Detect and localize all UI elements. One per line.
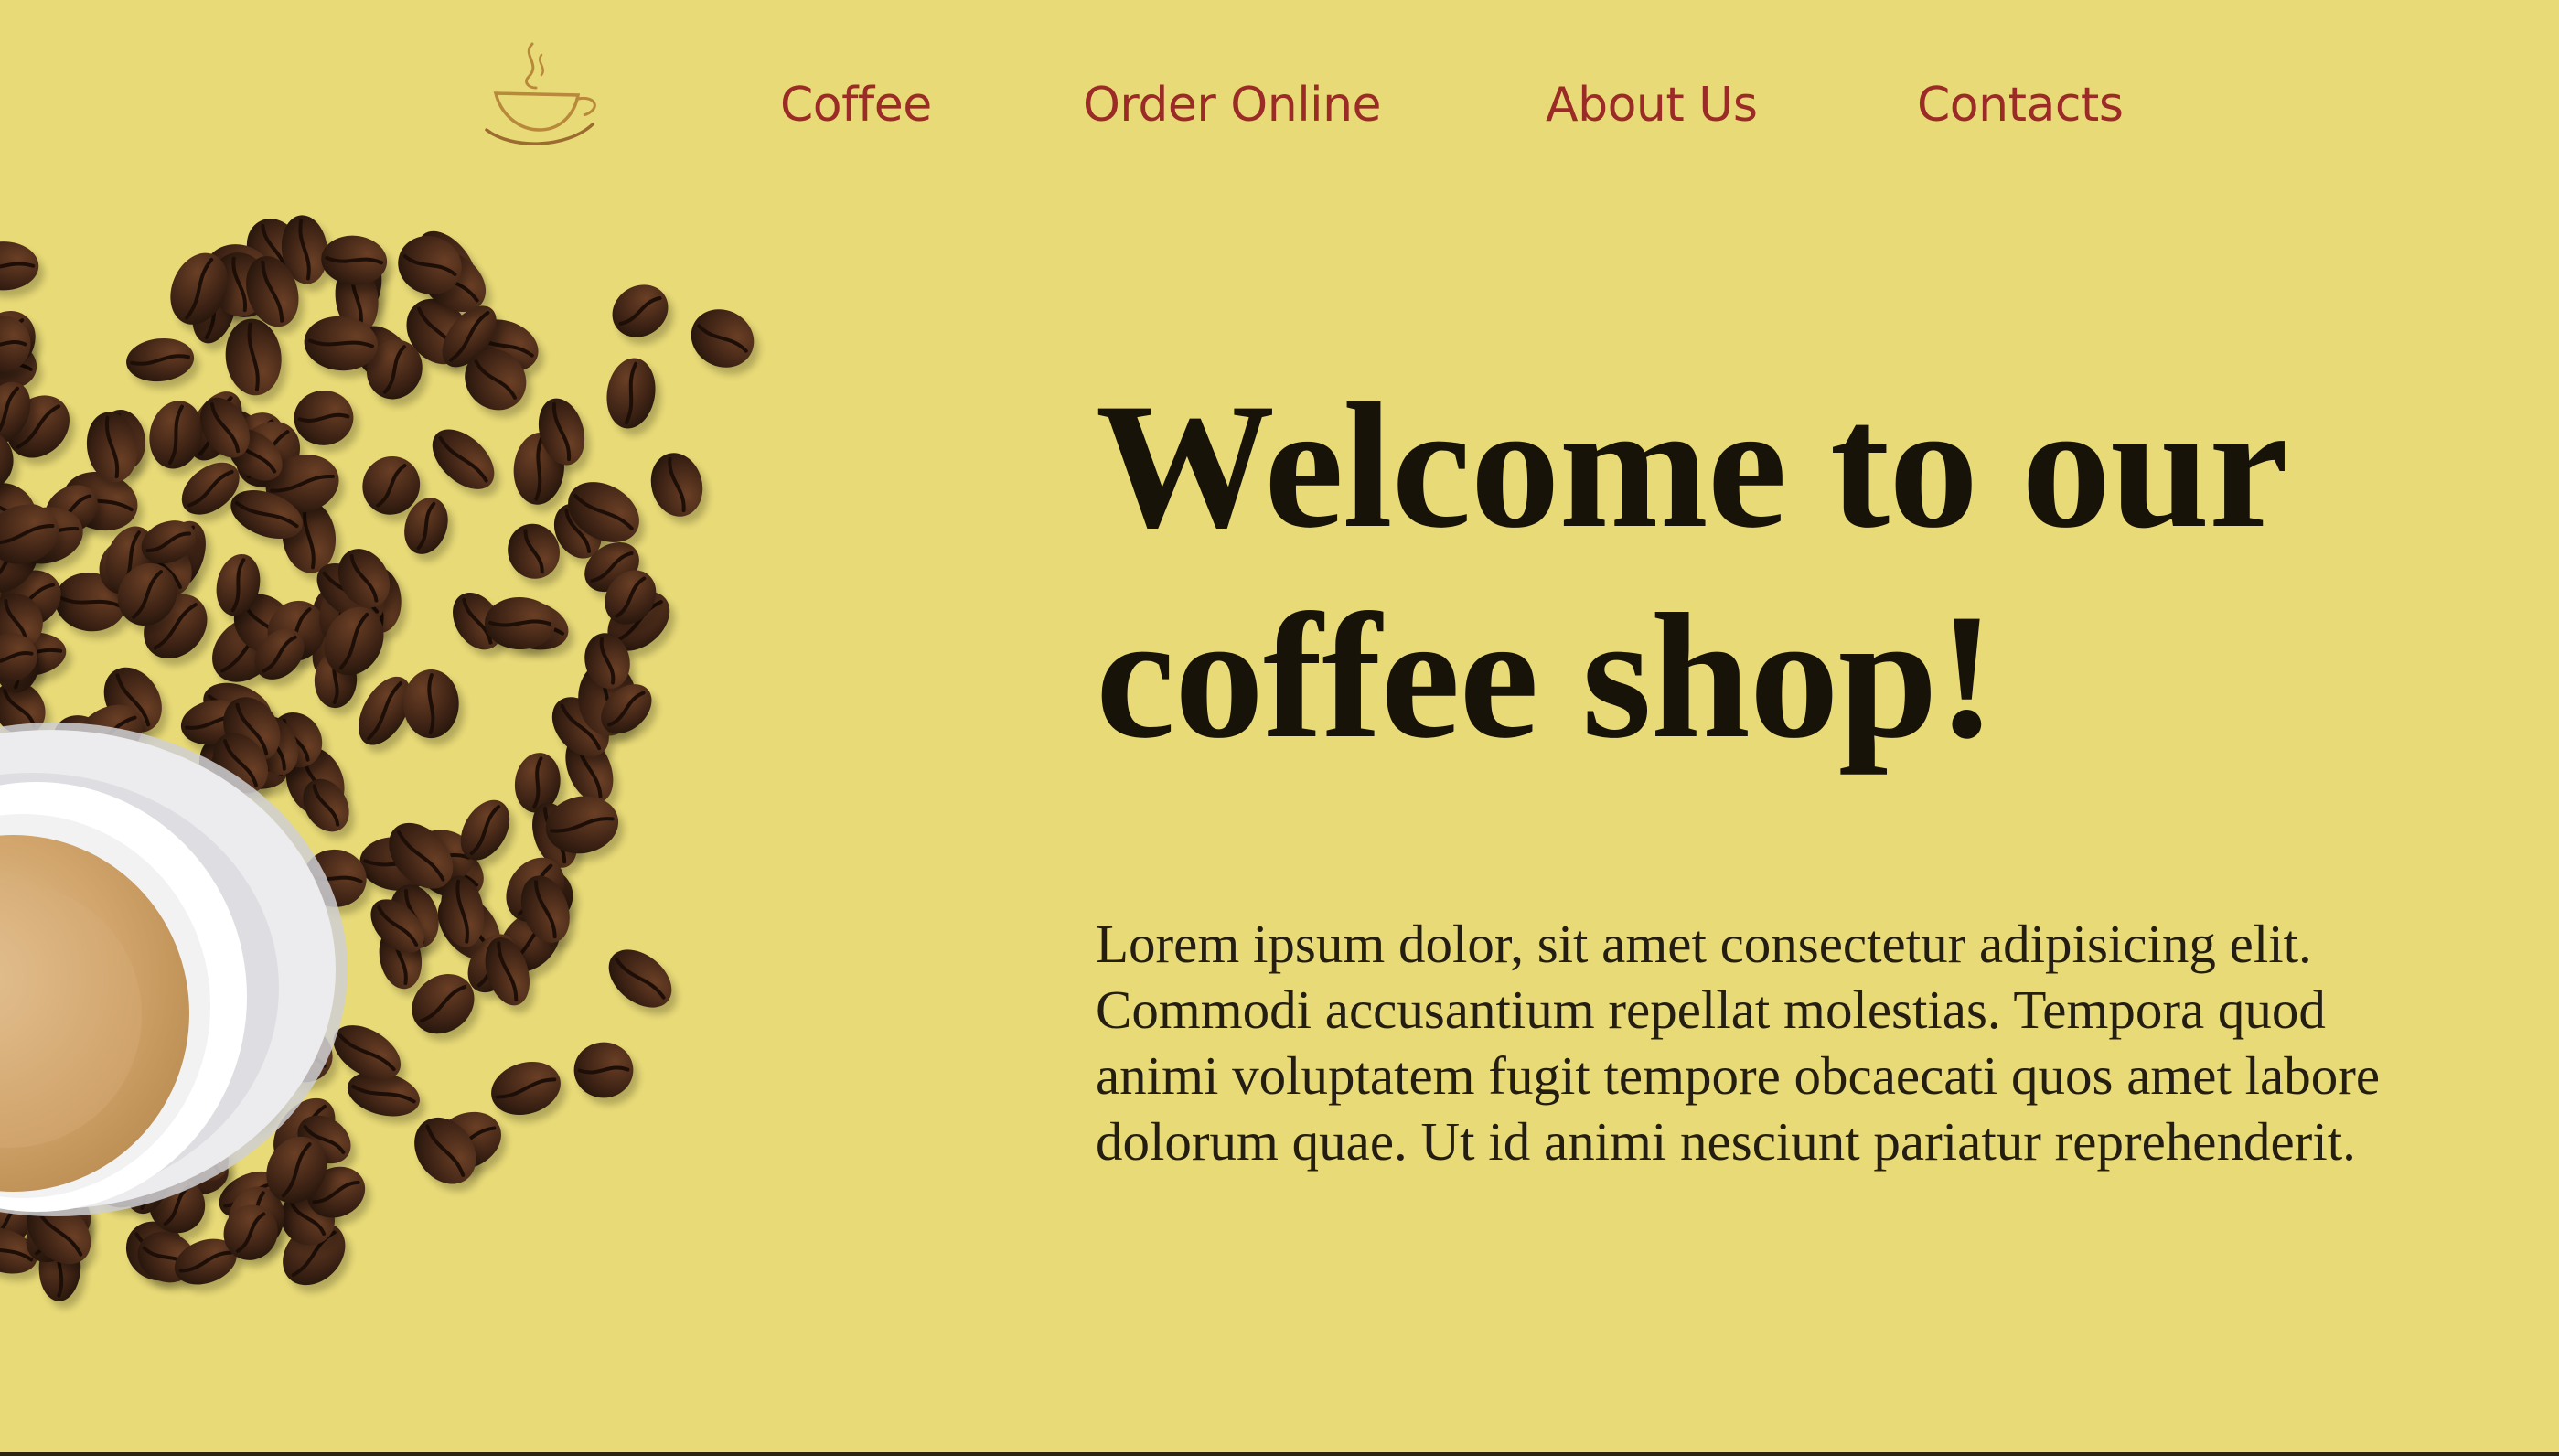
hero-title: Welcome to our coffee shop! bbox=[1096, 367, 2286, 776]
nav-link-contacts[interactable]: Contacts bbox=[1917, 73, 2124, 137]
coffee-cup-and-beans-illustration bbox=[0, 215, 760, 1309]
coffee-cup-logo-icon[interactable] bbox=[476, 27, 604, 155]
nav-link-order-online[interactable]: Order Online bbox=[1083, 73, 1382, 137]
bottom-border bbox=[0, 1452, 2559, 1456]
nav-link-coffee[interactable]: Coffee bbox=[780, 73, 932, 137]
nav-link-about-us[interactable]: About Us bbox=[1546, 73, 1758, 137]
page: Coffee Order Online About Us Contacts We… bbox=[0, 0, 2559, 1456]
hero-body-text: Lorem ipsum dolor, sit amet consectetur … bbox=[1096, 914, 2381, 1172]
